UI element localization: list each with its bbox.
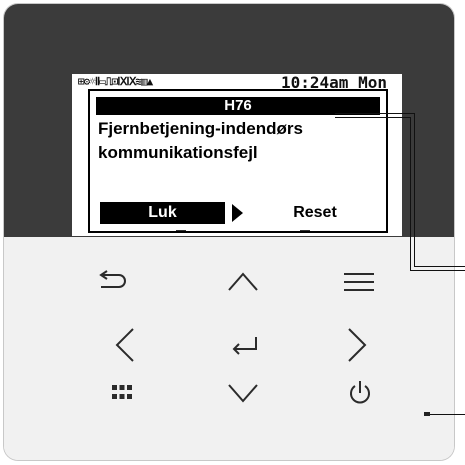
callout-line [414, 113, 415, 266]
lcd-tick [176, 230, 186, 231]
callout-line [410, 270, 465, 271]
lcd-tick [300, 230, 310, 231]
error-message: Fjernbetjening-indendørs kommunikationsf… [98, 117, 382, 165]
remote-controller: ⊞⚙☼Ⅱ▭⎍⊡ⅨⅨ≋▥▲ 10:24am Mon H76 Fjernbetjen… [4, 4, 454, 460]
error-message-line-1: Fjernbetjening-indendørs [98, 119, 303, 138]
right-button[interactable] [332, 323, 382, 367]
grid-button[interactable] [97, 371, 147, 415]
up-icon [228, 272, 258, 291]
error-message-line-2: kommunikationsfejl [98, 143, 258, 162]
power-icon [350, 381, 370, 404]
grid-icon [112, 385, 132, 399]
callout-line [335, 117, 411, 118]
close-button[interactable]: Luk [100, 202, 225, 224]
enter-button[interactable] [220, 323, 270, 367]
enter-icon [232, 337, 257, 355]
right-icon [348, 328, 367, 362]
down-button[interactable] [218, 371, 268, 415]
left-icon [115, 328, 134, 362]
selection-arrow-icon [232, 204, 243, 222]
back-button[interactable] [87, 260, 137, 304]
left-button[interactable] [100, 323, 150, 367]
power-button[interactable] [335, 371, 385, 415]
callout-line [414, 266, 465, 267]
down-icon [228, 384, 258, 403]
up-button[interactable] [218, 260, 268, 304]
menu-icon [344, 273, 374, 291]
clock: 10:24am Mon [281, 74, 387, 90]
controller-top-panel: ⊞⚙☼Ⅱ▭⎍⊡ⅨⅨ≋▥▲ 10:24am Mon H76 Fjernbetjen… [4, 4, 454, 237]
status-bar: ⊞⚙☼Ⅱ▭⎍⊡ⅨⅨ≋▥▲ 10:24am Mon [76, 74, 398, 90]
callout-line [410, 117, 411, 270]
lcd-screen: ⊞⚙☼Ⅱ▭⎍⊡ⅨⅨ≋▥▲ 10:24am Mon H76 Fjernbetjen… [72, 74, 402, 236]
callout-line [430, 414, 465, 415]
back-icon [99, 270, 126, 288]
controller-keypad-panel [4, 237, 454, 460]
error-dialog: H76 Fjernbetjening-indendørs kommunikati… [88, 89, 388, 233]
reset-button[interactable]: Reset [260, 202, 370, 224]
menu-button[interactable] [334, 260, 384, 304]
status-icons: ⊞⚙☼Ⅱ▭⎍⊡ⅨⅨ≋▥▲ [78, 75, 153, 88]
callout-line [335, 113, 415, 114]
